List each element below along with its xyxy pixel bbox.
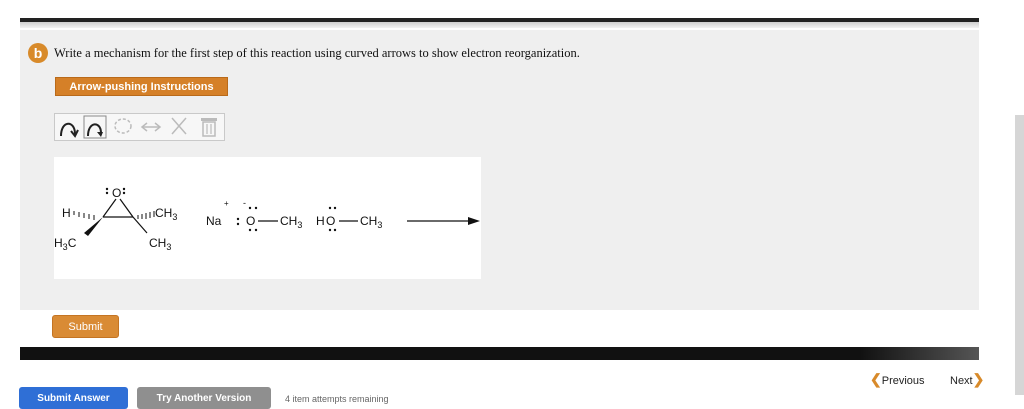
epoxide-oxygen: O (112, 186, 121, 200)
question-part-badge: b (28, 43, 48, 63)
epoxide-structure: O H CH3 H3C CH3 (54, 186, 177, 252)
previous-link[interactable]: ❮Previous (870, 371, 925, 388)
delete-x-icon[interactable] (167, 114, 191, 140)
methanol-oxygen: O (326, 214, 335, 228)
next-label: Next (950, 375, 973, 387)
bottom-divider-bar (20, 347, 979, 360)
curved-arrow-icon[interactable] (57, 114, 81, 140)
submit-button[interactable]: Submit (52, 315, 119, 338)
methanol: H O CH3 (316, 206, 382, 232)
bottom-bar-fade (860, 347, 979, 360)
attempts-remaining-text: 4 item attempts remaining (285, 394, 389, 404)
reaction-arrow (407, 217, 480, 225)
page-scrollbar[interactable] (1015, 115, 1024, 395)
previous-label: Previous (881, 375, 925, 387)
epoxide-right-methyl: CH3 (155, 206, 177, 222)
reaction-canvas[interactable]: O H CH3 H3C CH3 Na + - O CH3 H O CH3 (54, 157, 481, 279)
methoxide-methyl: CH3 (280, 214, 302, 230)
epoxide-bottom-methyl: CH3 (149, 236, 171, 252)
single-electron-arrow-icon[interactable] (83, 114, 107, 140)
top-frame-shadow (20, 22, 979, 28)
plus-charge: + (224, 199, 229, 208)
question-text: Write a mechanism for the first step of … (54, 46, 580, 60)
double-arrow-icon[interactable] (139, 114, 163, 140)
methanol-methyl: CH3 (360, 214, 382, 230)
chevron-right-icon: ❯ (972, 371, 985, 387)
top-content-frame (20, 0, 979, 22)
epoxide-h-atom: H (62, 206, 71, 220)
sodium-methoxide: Na + - O CH3 (206, 198, 302, 232)
try-another-version-button[interactable]: Try Another Version (137, 387, 271, 409)
methanol-h: H (316, 214, 325, 228)
arrow-pushing-instructions-button[interactable]: Arrow-pushing Instructions (55, 77, 228, 96)
minus-charge: - (243, 198, 246, 208)
drawing-toolbar (54, 113, 225, 141)
methoxide-oxygen: O (246, 214, 255, 228)
lasso-icon[interactable] (111, 114, 135, 140)
chevron-left-icon: ❮ (870, 371, 882, 387)
trash-icon[interactable] (197, 114, 221, 140)
submit-answer-button[interactable]: Submit Answer (19, 387, 128, 409)
next-link[interactable]: Next❯ (950, 371, 984, 388)
epoxide-left-methyl: H3C (54, 236, 77, 252)
sodium-cation: Na (206, 214, 222, 228)
